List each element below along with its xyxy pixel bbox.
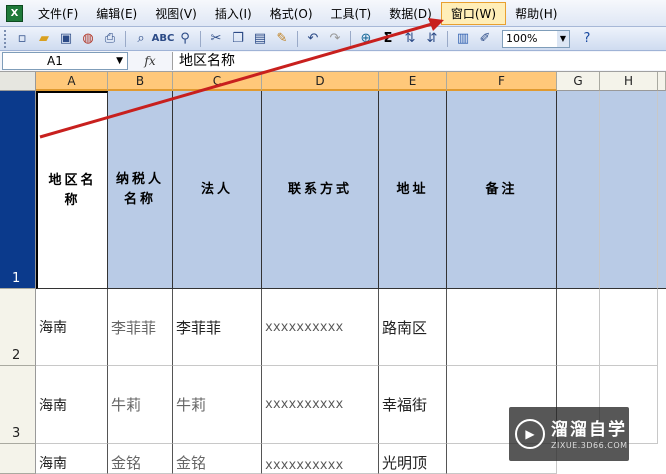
research-icon[interactable]: ⚲: [176, 30, 194, 48]
toolbar-separator: [125, 30, 126, 47]
formula-bar: A1 ▼ fx 地区名称: [0, 51, 666, 72]
name-box-value: A1: [47, 54, 63, 68]
cell-d4[interactable]: xxxxxxxxxx: [262, 444, 379, 474]
column-header-g[interactable]: G: [557, 72, 600, 91]
toolbar-separator: [297, 30, 298, 47]
sort-desc-icon[interactable]: ⇵: [423, 30, 441, 48]
cell-c2[interactable]: 李菲菲: [173, 289, 262, 366]
print-preview-icon[interactable]: ⌕: [132, 30, 150, 48]
menu-data[interactable]: 数据(D): [380, 3, 441, 24]
column-header-h[interactable]: H: [600, 72, 658, 91]
redo-icon[interactable]: ↷: [326, 30, 344, 48]
chevron-down-icon[interactable]: ▼: [116, 53, 123, 69]
column-header-d[interactable]: D: [262, 72, 379, 91]
play-logo-icon: ▶: [515, 419, 545, 449]
watermark-title: 溜溜自学: [551, 419, 627, 440]
permission-icon[interactable]: ◍: [79, 30, 97, 48]
autosum-icon[interactable]: Σ: [379, 30, 397, 48]
column-header-f[interactable]: F: [447, 72, 557, 91]
header-address: 地址: [396, 181, 429, 197]
cell-e3[interactable]: 幸福街: [379, 366, 447, 444]
cell-i1[interactable]: [658, 91, 666, 289]
toolbar-separator: [350, 30, 351, 47]
cell-e4[interactable]: 光明顶: [379, 444, 447, 474]
cell-g1[interactable]: [557, 91, 600, 289]
header-legal-person: 法人: [200, 181, 233, 197]
watermark: ▶ 溜溜自学 ZIXUE.3D66.COM: [509, 407, 629, 461]
excel-icon[interactable]: X: [6, 4, 23, 22]
select-all-corner[interactable]: [0, 72, 36, 91]
row-header-1[interactable]: 1: [0, 91, 36, 289]
save-icon[interactable]: ▣: [57, 30, 75, 48]
menu-insert[interactable]: 插入(I): [206, 3, 261, 24]
cell-d3[interactable]: xxxxxxxxxx: [262, 366, 379, 444]
column-header-e[interactable]: E: [379, 72, 447, 91]
header-remarks: 备注: [485, 181, 518, 197]
menu-bar: X 文件(F) 编辑(E) 视图(V) 插入(I) 格式(O) 工具(T) 数据…: [0, 0, 666, 27]
zoom-select[interactable]: 100% ▼: [502, 29, 570, 48]
row-header-3[interactable]: 3: [0, 366, 36, 444]
cell-a2[interactable]: 海南: [36, 289, 108, 366]
zoom-value: 100%: [506, 32, 538, 45]
column-header-b[interactable]: B: [108, 72, 173, 91]
name-box[interactable]: A1 ▼: [2, 52, 128, 70]
menu-tools[interactable]: 工具(T): [322, 3, 381, 24]
undo-icon[interactable]: ↶: [304, 30, 322, 48]
cell-c4[interactable]: 金铭: [173, 444, 262, 474]
toolbar-grip[interactable]: [4, 29, 7, 48]
toolbar-separator: [447, 30, 448, 47]
standard-toolbar: ▫ ▰ ▣ ◍ ⎙ ⌕ ABC ⚲ ✂ ❐ ▤ ✎ ↶ ↷ ⊕ Σ ⇅ ⇵ ▥ …: [0, 27, 666, 51]
hyperlink-icon[interactable]: ⊕: [357, 30, 375, 48]
cell-f1[interactable]: 备注: [447, 91, 557, 289]
cell-d1[interactable]: 联系方式: [262, 91, 379, 289]
toolbar-separator: [200, 30, 201, 47]
cell-a3[interactable]: 海南: [36, 366, 108, 444]
menu-view[interactable]: 视图(V): [146, 3, 206, 24]
new-icon[interactable]: ▫: [13, 30, 31, 48]
header-taxpayer-name: 纳税人名称: [115, 171, 164, 207]
cell-h2[interactable]: [600, 289, 658, 366]
menu-edit[interactable]: 编辑(E): [87, 3, 146, 24]
cell-h1[interactable]: [600, 91, 658, 289]
column-header-i[interactable]: [658, 72, 666, 91]
chevron-down-icon[interactable]: ▼: [557, 30, 569, 47]
formula-input[interactable]: 地区名称: [172, 52, 666, 70]
cell-e1[interactable]: 地址: [379, 91, 447, 289]
cell-b1[interactable]: 纳税人名称: [108, 91, 173, 289]
print-icon[interactable]: ⎙: [101, 30, 119, 48]
cell-a4[interactable]: 海南: [36, 444, 108, 474]
format-painter-icon[interactable]: ✎: [273, 30, 291, 48]
sort-asc-icon[interactable]: ⇅: [401, 30, 419, 48]
spelling-icon[interactable]: ABC: [152, 30, 175, 48]
cell-f2[interactable]: [447, 289, 557, 366]
column-header-a[interactable]: A: [36, 72, 108, 91]
column-header-c[interactable]: C: [173, 72, 262, 91]
row-header-4[interactable]: [0, 444, 36, 474]
menu-help[interactable]: 帮助(H): [506, 3, 566, 24]
cut-icon[interactable]: ✂: [207, 30, 225, 48]
paste-icon[interactable]: ▤: [251, 30, 269, 48]
menu-file[interactable]: 文件(F): [29, 3, 87, 24]
chart-wizard-icon[interactable]: ▥: [454, 30, 472, 48]
cell-d2[interactable]: xxxxxxxxxx: [262, 289, 379, 366]
menu-format[interactable]: 格式(O): [261, 3, 322, 24]
drawing-icon[interactable]: ✐: [476, 30, 494, 48]
header-region-name: 地区名称: [48, 172, 97, 208]
cell-g2[interactable]: [557, 289, 600, 366]
cell-a1[interactable]: 地区名称: [36, 91, 108, 289]
copy-icon[interactable]: ❐: [229, 30, 247, 48]
cell-b2[interactable]: 李菲菲: [108, 289, 173, 366]
open-icon[interactable]: ▰: [35, 30, 53, 48]
fx-icon[interactable]: fx: [128, 54, 172, 68]
cell-b4[interactable]: 金铭: [108, 444, 173, 474]
menu-window[interactable]: 窗口(W): [440, 1, 507, 25]
help-icon[interactable]: ?: [578, 30, 596, 48]
cell-b3[interactable]: 牛莉: [108, 366, 173, 444]
header-contact: 联系方式: [287, 181, 352, 197]
cell-e2[interactable]: 路南区: [379, 289, 447, 366]
watermark-subtitle: ZIXUE.3D66.COM: [551, 440, 628, 450]
cell-c1[interactable]: 法人: [173, 91, 262, 289]
cell-c3[interactable]: 牛莉: [173, 366, 262, 444]
row-header-2[interactable]: 2: [0, 289, 36, 366]
